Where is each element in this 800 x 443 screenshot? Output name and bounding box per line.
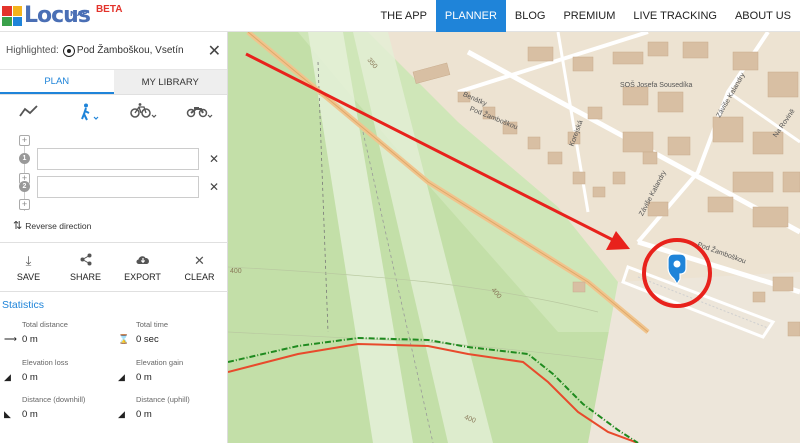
highlighted-place-bar: Highlighted: Pod Žamboškou, Vsetín ✕ bbox=[0, 32, 227, 70]
share-label: SHARE bbox=[69, 271, 101, 282]
reverse-direction-button[interactable]: ⇅ Reverse direction bbox=[13, 219, 91, 232]
tab-plan[interactable]: PLAN bbox=[0, 70, 114, 94]
motorbike-mode-icon[interactable] bbox=[186, 103, 214, 119]
walking-mode-icon[interactable] bbox=[79, 103, 101, 121]
stat-value: 0 sec bbox=[136, 334, 159, 345]
nav-the-app[interactable]: THE APP bbox=[371, 0, 435, 32]
logo-grid-icon bbox=[2, 6, 22, 26]
save-label: SAVE bbox=[16, 271, 41, 282]
distance-line-icon: ⟶ bbox=[4, 334, 17, 344]
downhill-icon: ◣ bbox=[4, 409, 11, 419]
nav-blog[interactable]: BLOG bbox=[506, 0, 555, 32]
routing-mode-selector bbox=[0, 95, 227, 131]
stat-total-distance: Total distance ⟶ 0 m bbox=[4, 320, 109, 345]
elevation-down-icon: ◢ bbox=[4, 372, 11, 382]
tab-my-library[interactable]: MY LIBRARY bbox=[113, 70, 227, 94]
swap-arrows-icon: ⇅ bbox=[13, 220, 23, 232]
highlighted-place-name: Pod Žamboškou, Vsetín bbox=[76, 45, 184, 56]
waypoint-2-input[interactable] bbox=[37, 176, 199, 198]
logo-wordmark: Locus MAP bbox=[24, 3, 91, 28]
planner-sidebar: Highlighted: Pod Žamboškou, Vsetín ✕ PLA… bbox=[0, 32, 228, 443]
add-waypoint-plus-icon[interactable]: + bbox=[19, 199, 30, 210]
download-icon: ⤓ bbox=[25, 252, 32, 268]
waypoint-list: + 1 ✕ + 2 ✕ + bbox=[0, 131, 228, 211]
elevation-up-icon: ◢ bbox=[118, 372, 125, 382]
stat-distance-uphill: Distance (uphill) ◢ 0 m bbox=[118, 395, 223, 420]
stat-label: Distance (uphill) bbox=[136, 395, 190, 404]
sidebar-tabs: PLAN MY LIBRARY bbox=[0, 70, 227, 95]
close-icon: ✕ bbox=[194, 252, 205, 268]
share-icon bbox=[80, 253, 92, 269]
clear-label: CLEAR bbox=[184, 271, 215, 282]
timer-icon: ⌛ bbox=[118, 334, 130, 344]
waypoint-number: 1 bbox=[19, 153, 30, 164]
stat-value: 0 m bbox=[136, 409, 152, 420]
stat-total-time: Total time ⌛ 0 sec bbox=[118, 320, 223, 345]
clear-button[interactable]: ✕ CLEAR bbox=[171, 243, 228, 291]
share-button[interactable]: SHARE bbox=[57, 243, 114, 291]
map-canvas[interactable]: Benátky Pod Žamboškou Pod Žamboškou Kore… bbox=[228, 32, 800, 443]
stat-value: 0 m bbox=[22, 334, 38, 345]
export-label: EXPORT bbox=[124, 271, 161, 282]
statistics-title: Statistics bbox=[2, 299, 45, 311]
nav-planner[interactable]: PLANNER bbox=[435, 0, 506, 32]
poi-label: SOŠ Josefa Sousedíka bbox=[620, 82, 693, 89]
nav-about-us[interactable]: ABOUT US bbox=[726, 0, 800, 32]
stat-elevation-gain: Elevation gain ◢ 0 m bbox=[118, 358, 223, 383]
close-icon[interactable]: ✕ bbox=[208, 41, 221, 61]
stat-value: 0 m bbox=[22, 372, 38, 383]
stat-label: Total time bbox=[136, 320, 169, 329]
stat-elevation-loss: Elevation loss ◢ 0 m bbox=[4, 358, 109, 383]
nav-premium[interactable]: PREMIUM bbox=[554, 0, 624, 32]
nav-live-tracking[interactable]: LIVE TRACKING bbox=[624, 0, 726, 32]
cloud-download-icon bbox=[135, 253, 151, 269]
statistics-panel: Statistics Total distance ⟶ 0 m Total tim… bbox=[0, 294, 228, 420]
beta-badge: BETA bbox=[95, 4, 123, 15]
reverse-direction-label: Reverse direction bbox=[25, 220, 92, 231]
remove-waypoint-icon[interactable]: ✕ bbox=[209, 152, 219, 166]
stat-label: Elevation loss bbox=[22, 358, 69, 367]
waypoint-row-1: 1 ✕ bbox=[0, 145, 228, 173]
export-button[interactable]: EXPORT bbox=[114, 243, 171, 291]
stat-value: 0 m bbox=[22, 409, 38, 420]
save-button[interactable]: ⤓ SAVE bbox=[0, 243, 57, 291]
top-navigation-bar: Locus MAP BETA THE APP PLANNER BLOG PREM… bbox=[0, 0, 800, 32]
straight-line-mode-icon[interactable] bbox=[19, 103, 39, 119]
cycling-mode-icon[interactable] bbox=[130, 103, 158, 119]
route-actions: ⤓ SAVE SHARE EXPORT ✕ CLEAR bbox=[0, 242, 228, 292]
waypoint-1-input[interactable] bbox=[37, 148, 199, 170]
remove-waypoint-icon[interactable]: ✕ bbox=[209, 180, 219, 194]
target-icon bbox=[62, 44, 75, 57]
map-layer bbox=[228, 32, 800, 443]
highlighted-label: Highlighted: bbox=[6, 45, 59, 56]
stat-label: Total distance bbox=[22, 320, 68, 329]
stat-label: Distance (downhill) bbox=[22, 395, 86, 404]
logo-map-label: MAP bbox=[70, 10, 88, 18]
locus-map-logo[interactable]: Locus MAP BETA bbox=[2, 3, 122, 29]
stat-label: Elevation gain bbox=[136, 358, 184, 367]
stat-distance-downhill: Distance (downhill) ◣ 0 m bbox=[4, 395, 109, 420]
contour-label: 400 bbox=[230, 268, 242, 275]
scree-area bbox=[588, 272, 800, 443]
waypoint-row-2: 2 ✕ bbox=[0, 173, 228, 201]
uphill-icon: ◢ bbox=[118, 409, 125, 419]
stat-value: 0 m bbox=[136, 372, 152, 383]
waypoint-number: 2 bbox=[19, 181, 30, 192]
main-nav: THE APP PLANNER BLOG PREMIUM LIVE TRACKI… bbox=[371, 0, 800, 32]
